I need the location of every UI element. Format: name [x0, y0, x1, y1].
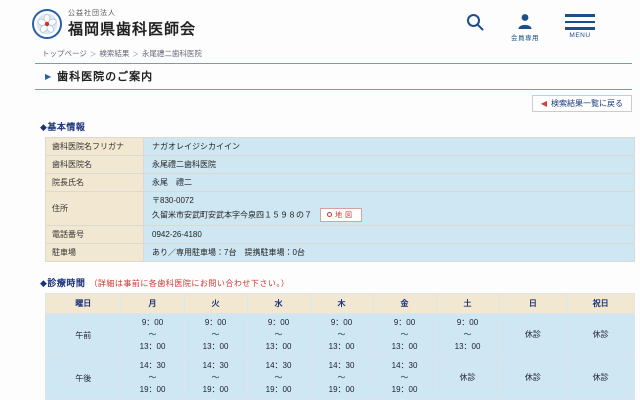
col-fri: 金	[374, 294, 436, 313]
hours-am-row: 午前 9：00 ～ 13：00 9：00 ～ 13：00 9：00 ～ 13：0…	[46, 314, 634, 356]
table-row: 駐車場 あり／専用駐車場：7台 提携駐車場：0台	[46, 244, 634, 261]
breadcrumb-separator: ＞	[132, 51, 139, 58]
col-wed: 水	[248, 294, 310, 313]
col-sat: 土	[437, 294, 499, 313]
col-mon: 月	[122, 294, 184, 313]
am-mon: 9：00 ～ 13：00	[122, 314, 184, 356]
site-header: 公益社団法人 福岡県歯科医師会 会員専用 MENU	[0, 0, 640, 46]
am-holiday: 休診	[567, 314, 634, 356]
back-to-results-label: 検索結果一覧に戻る	[551, 98, 623, 109]
org-name: 福岡県歯科医師会	[68, 18, 196, 39]
row-label-clinic-name: 歯科医院名	[46, 156, 143, 173]
slot-am-label: 午前	[46, 314, 121, 356]
breadcrumb-current: 永尾禮二歯科医院	[142, 49, 202, 58]
am-sat: 9：00 ～ 13：00	[437, 314, 499, 356]
pm-sat: 休診	[437, 357, 499, 399]
phone-number-value: 0942-26-4180	[144, 226, 634, 243]
am-fri: 9：00 ～ 13：00	[374, 314, 436, 356]
basic-info-heading: ◆基本情報	[40, 120, 640, 133]
pm-fri: 14：30 ～ 19：00	[374, 357, 436, 399]
page-title-bar: ▶ 歯科医院のご案内	[35, 63, 632, 90]
breadcrumb-search-results-link[interactable]: 検索結果	[99, 49, 129, 58]
pm-sun: 休診	[500, 357, 567, 399]
address-value: 久留米市安武町安武本字今泉四１５９８の７	[152, 210, 312, 219]
hours-note: （詳細は事前に各歯科医院にお問い合わせ下さい。）	[89, 279, 289, 288]
hamburger-icon	[565, 12, 595, 30]
col-thu: 木	[311, 294, 373, 313]
pm-tue: 14：30 ～ 19：00	[185, 357, 247, 399]
clinic-name-value: 永尾禮二歯科医院	[144, 156, 634, 173]
page-title: 歯科医院のご案内	[57, 68, 153, 84]
director-name-value: 永尾 禮二	[144, 174, 634, 191]
table-row: 歯科医院名 永尾禮二歯科医院	[46, 156, 634, 173]
parking-value: あり／専用駐車場：7台 提携駐車場：0台	[144, 244, 634, 261]
pm-holiday: 休診	[567, 357, 634, 399]
member-area-button[interactable]: 会員専用	[511, 12, 539, 42]
col-holiday: 祝日	[567, 294, 634, 313]
pm-wed: 14：30 ～ 19：00	[248, 357, 310, 399]
am-tue: 9：00 ～ 13：00	[185, 314, 247, 356]
menu-label: MENU	[569, 32, 590, 39]
slot-pm-label: 午後	[46, 357, 121, 399]
person-icon	[516, 12, 534, 30]
basic-info-table: 歯科医院名フリガナ ナガオレイジシカイイン 歯科医院名 永尾禮二歯科医院 院長氏…	[45, 137, 635, 262]
row-label-parking: 駐車場	[46, 244, 143, 261]
member-area-label: 会員専用	[511, 32, 539, 42]
search-button[interactable]	[465, 12, 485, 32]
hours-pm-row: 午後 14：30 ～ 19：00 14：30 ～ 19：00 14：30 ～ 1…	[46, 357, 634, 399]
row-label-phone: 電話番号	[46, 226, 143, 243]
association-emblem-icon	[32, 9, 62, 39]
col-sun: 日	[500, 294, 567, 313]
row-label-furigana: 歯科医院名フリガナ	[46, 138, 143, 155]
search-icon	[465, 12, 485, 32]
breadcrumb-separator: ＞	[90, 51, 97, 58]
am-thu: 9：00 ～ 13：00	[311, 314, 373, 356]
pm-thu: 14：30 ～ 19：00	[311, 357, 373, 399]
table-row: 電話番号 0942-26-4180	[46, 226, 634, 243]
map-button-label: 地図	[335, 210, 355, 220]
table-row: 住所 〒830-0072 久留米市安武町安武本字今泉四１５９８の７ 地図	[46, 192, 634, 225]
am-sun: 休診	[500, 314, 567, 356]
breadcrumb-home-link[interactable]: トップページ	[42, 49, 87, 58]
table-row: 院長氏名 永尾 禮二	[46, 174, 634, 191]
pm-mon: 14：30 ～ 19：00	[122, 357, 184, 399]
back-arrow-icon: ◀	[541, 99, 547, 108]
back-to-results-button[interactable]: ◀ 検索結果一覧に戻る	[532, 95, 632, 112]
row-label-director: 院長氏名	[46, 174, 143, 191]
clinic-furigana-value: ナガオレイジシカイイン	[144, 138, 634, 155]
table-row: 歯科医院名フリガナ ナガオレイジシカイイン	[46, 138, 634, 155]
col-day: 曜日	[46, 294, 121, 313]
site-logo[interactable]: 公益社団法人 福岡県歯科医師会	[32, 8, 196, 39]
hours-header-row: 曜日 月 火 水 木 金 土 日 祝日	[46, 294, 634, 313]
am-wed: 9：00 ～ 13：00	[248, 314, 310, 356]
row-label-address: 住所	[46, 192, 143, 225]
map-marker-icon	[327, 212, 332, 217]
map-button[interactable]: 地図	[320, 208, 362, 222]
breadcrumb: トップページ＞検索結果＞永尾禮二歯科医院	[0, 46, 640, 63]
postal-code: 〒830-0072	[152, 195, 626, 208]
col-tue: 火	[185, 294, 247, 313]
menu-button[interactable]: MENU	[565, 12, 595, 39]
hours-heading: ◆診療時間（詳細は事前に各歯科医院にお問い合わせ下さい。）	[40, 276, 640, 289]
title-arrow-icon: ▶	[45, 72, 51, 81]
org-type-label: 公益社団法人	[68, 8, 196, 18]
hours-table: 曜日 月 火 水 木 金 土 日 祝日 午前 9：00 ～ 13：00 9：00…	[45, 293, 635, 400]
